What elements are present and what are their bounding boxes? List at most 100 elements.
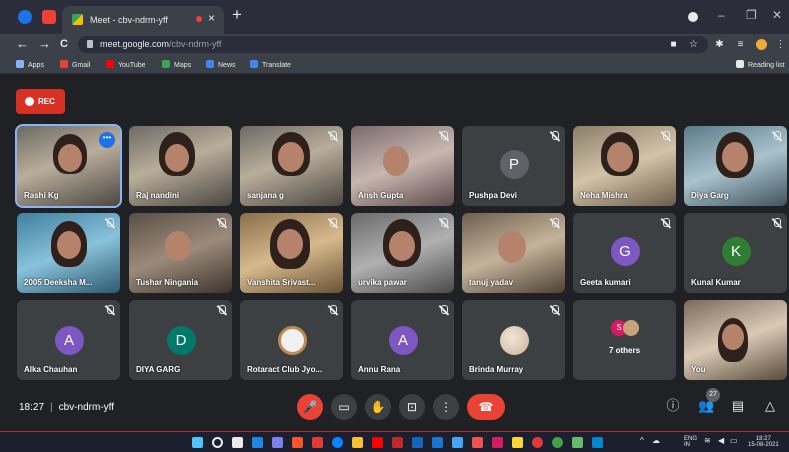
- participant-avatar: A: [54, 326, 84, 355]
- hangup-button[interactable]: ☎: [467, 394, 505, 420]
- recording-indicator-icon: [196, 16, 202, 22]
- participant-tile[interactable]: 2005 Deeksha M...: [17, 213, 120, 293]
- app-icon[interactable]: [472, 437, 483, 448]
- tab-close-button[interactable]: ×: [208, 11, 215, 25]
- participant-face: [165, 231, 191, 261]
- app-icon[interactable]: [572, 437, 583, 448]
- participant-tile[interactable]: Diya Garg: [684, 126, 787, 206]
- camera-toggle-button[interactable]: ▭: [331, 394, 357, 420]
- participant-name: Rotaract Club Jyo...: [247, 365, 323, 374]
- participant-tile[interactable]: A Annu Rana: [351, 300, 454, 380]
- reload-button[interactable]: C: [60, 38, 68, 50]
- participant-tile[interactable]: Vanshita Srivast...: [240, 213, 343, 293]
- participant-tile[interactable]: sanjana g: [240, 126, 343, 206]
- minimize-button[interactable]: –: [718, 8, 725, 22]
- app-icon[interactable]: [512, 437, 523, 448]
- bookmark-translate[interactable]: Translate: [250, 60, 291, 69]
- participant-name: You: [691, 365, 706, 374]
- bookmark-star-icon[interactable]: ☆: [688, 39, 699, 50]
- volume-icon[interactable]: ◀: [718, 437, 724, 445]
- others-tile[interactable]: S 7 others: [573, 300, 676, 380]
- tab-meet[interactable]: Meet - cbv-ndrm-yff ×: [62, 6, 224, 34]
- mic-muted-icon: [550, 305, 559, 316]
- app-icon[interactable]: [412, 437, 423, 448]
- profile-avatar[interactable]: [756, 39, 767, 50]
- search-icon[interactable]: [212, 437, 223, 448]
- edge-icon[interactable]: [332, 437, 343, 448]
- participant-tile[interactable]: Ansh Gupta: [351, 126, 454, 206]
- participant-tile[interactable]: tanuj yadav: [462, 213, 565, 293]
- participant-tile[interactable]: A Alka Chauhan: [17, 300, 120, 380]
- participant-tile[interactable]: Brinda Murray: [462, 300, 565, 380]
- youtube-app-icon[interactable]: [372, 437, 383, 448]
- close-window-button[interactable]: ✕: [772, 8, 782, 22]
- reading-list-button[interactable]: Reading list: [736, 60, 785, 69]
- raise-hand-button[interactable]: ✋: [365, 394, 391, 420]
- bookmark-youtube[interactable]: YouTube: [106, 60, 146, 69]
- mic-toggle-button[interactable]: 🎤: [297, 394, 323, 420]
- app-icon[interactable]: [432, 437, 443, 448]
- app-icon[interactable]: [312, 437, 323, 448]
- tray-chevron-icon[interactable]: ^: [640, 437, 644, 445]
- teams-chat-icon[interactable]: [272, 437, 283, 448]
- tile-options-button[interactable]: •••: [99, 132, 115, 148]
- participant-tile[interactable]: D DIYA GARG: [129, 300, 232, 380]
- widgets-icon[interactable]: [252, 437, 263, 448]
- recording-button[interactable]: REC: [16, 89, 65, 114]
- participant-tile[interactable]: urvika pawar: [351, 213, 454, 293]
- file-explorer-icon[interactable]: [352, 437, 363, 448]
- chat-icon[interactable]: ▤: [730, 398, 746, 414]
- menu-dots-icon[interactable]: ⋮: [775, 39, 786, 50]
- participant-name: Raj nandini: [136, 191, 180, 200]
- chrome-profile-icon[interactable]: [18, 10, 32, 24]
- meeting-details-icon[interactable]: ⓘ: [665, 398, 681, 414]
- clock[interactable]: 18:27 15-08-2021: [748, 436, 779, 448]
- participant-face: [277, 229, 303, 259]
- participant-tile[interactable]: Tushar Ninganiа: [129, 213, 232, 293]
- windows-start-icon[interactable]: [192, 437, 203, 448]
- participant-tile[interactable]: G Geeta kumari: [573, 213, 676, 293]
- app-icon[interactable]: [452, 437, 463, 448]
- battery-icon[interactable]: ▭: [730, 437, 738, 445]
- whatsapp-icon[interactable]: [552, 437, 563, 448]
- participant-tile[interactable]: Raj nandini: [129, 126, 232, 206]
- brave-icon[interactable]: [292, 437, 303, 448]
- network-icon[interactable]: ☁: [652, 437, 660, 445]
- url-field[interactable]: meet.google.com/cbv-ndrm-yff: [78, 36, 708, 53]
- bookmark-gmail[interactable]: Gmail: [60, 60, 90, 69]
- back-button[interactable]: ←: [16, 36, 29, 51]
- app-icon[interactable]: [592, 437, 603, 448]
- youtube-tab-icon[interactable]: [42, 10, 56, 24]
- app-icon[interactable]: [492, 437, 503, 448]
- media-control-icon[interactable]: ≡: [735, 39, 746, 50]
- participant-avatar: P: [499, 150, 529, 179]
- participant-tile[interactable]: P Pushpa Devi: [462, 126, 565, 206]
- extensions-icon[interactable]: ✱: [714, 39, 725, 50]
- participant-tile[interactable]: ••• Rashi Kg: [15, 124, 122, 208]
- new-tab-button[interactable]: +: [232, 5, 242, 25]
- bookmark-news[interactable]: News: [206, 60, 236, 69]
- keyboard-lang[interactable]: ENG IN: [684, 436, 697, 448]
- wifi-icon[interactable]: ≋: [704, 437, 711, 445]
- chrome-app-icon[interactable]: [532, 437, 543, 448]
- participant-tile[interactable]: Neha Mishra: [573, 126, 676, 206]
- camera-permission-icon[interactable]: ■: [668, 39, 679, 50]
- forward-button[interactable]: →: [38, 36, 51, 51]
- restore-button[interactable]: ❐: [746, 8, 757, 22]
- address-bar-row: ← → C meet.google.com/cbv-ndrm-yff ■ ☆ ✱…: [0, 34, 789, 56]
- more-options-button[interactable]: ⋮: [433, 394, 459, 420]
- participant-face: [722, 142, 748, 172]
- app-icon[interactable]: [392, 437, 403, 448]
- bookmark-maps[interactable]: Maps: [162, 60, 191, 69]
- bookmark-apps[interactable]: Apps: [16, 60, 44, 69]
- activities-icon[interactable]: △: [762, 398, 778, 414]
- record-dot-icon[interactable]: [688, 12, 698, 22]
- task-view-icon[interactable]: [232, 437, 243, 448]
- translate-icon: [250, 60, 258, 68]
- participant-tile[interactable]: Rotaract Club Jyo...: [240, 300, 343, 380]
- participant-name: Diya Garg: [691, 191, 729, 200]
- present-button[interactable]: ⊡: [399, 394, 425, 420]
- participant-tile[interactable]: K Kunal Kumar: [684, 213, 787, 293]
- self-view-tile[interactable]: You: [684, 300, 787, 380]
- participant-name: Vanshita Srivast...: [247, 278, 316, 287]
